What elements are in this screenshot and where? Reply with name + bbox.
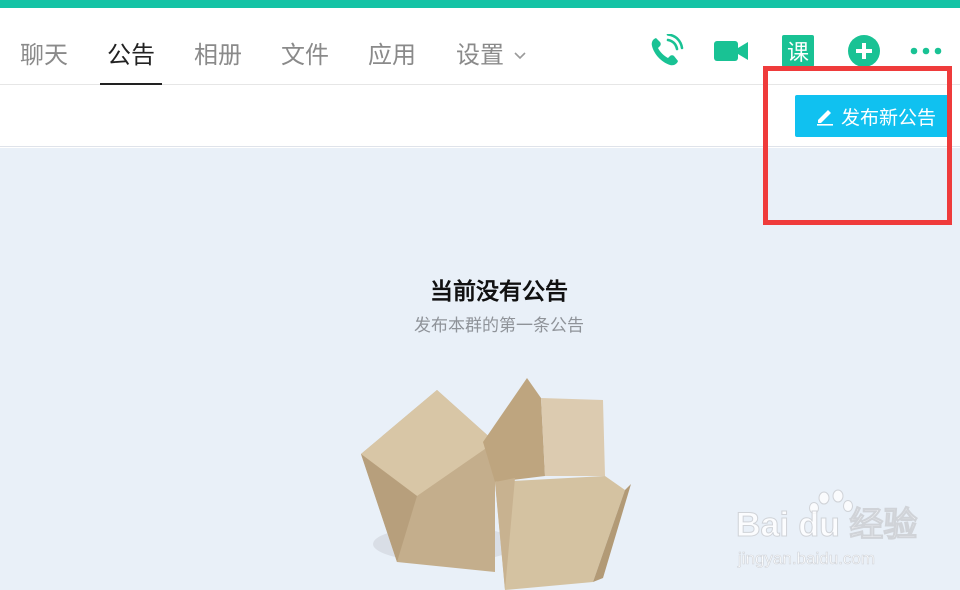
- edit-icon: [817, 110, 833, 126]
- publish-announcement-button[interactable]: 发布新公告: [795, 95, 950, 137]
- phone-icon[interactable]: [648, 34, 684, 68]
- tab-files[interactable]: 文件: [281, 40, 329, 70]
- tab-announcement[interactable]: 公告: [107, 40, 155, 70]
- empty-state-subtitle: 发布本群的第一条公告: [414, 316, 584, 336]
- svg-text:课: 课: [787, 41, 809, 66]
- tab-bar: 聊天 公告 相册 文件 应用 设置 课: [0, 8, 960, 85]
- chevron-down-icon[interactable]: [514, 52, 526, 60]
- tab-album[interactable]: 相册: [194, 40, 242, 70]
- tab-apps[interactable]: 应用: [368, 40, 416, 70]
- active-tab-indicator: [100, 83, 162, 85]
- add-icon[interactable]: [846, 34, 882, 68]
- tab-chat[interactable]: 聊天: [20, 40, 68, 70]
- course-icon[interactable]: 课: [780, 34, 816, 68]
- empty-state-title: 当前没有公告: [430, 279, 568, 305]
- accent-top-bar: [0, 0, 960, 8]
- more-icon[interactable]: [910, 34, 944, 68]
- publish-button-label: 发布新公告: [841, 106, 937, 129]
- empty-box-illustration: [361, 378, 631, 590]
- video-call-icon[interactable]: [713, 34, 749, 68]
- tab-settings[interactable]: 设置: [456, 40, 504, 70]
- announcement-toolbar: 发布新公告: [0, 86, 960, 147]
